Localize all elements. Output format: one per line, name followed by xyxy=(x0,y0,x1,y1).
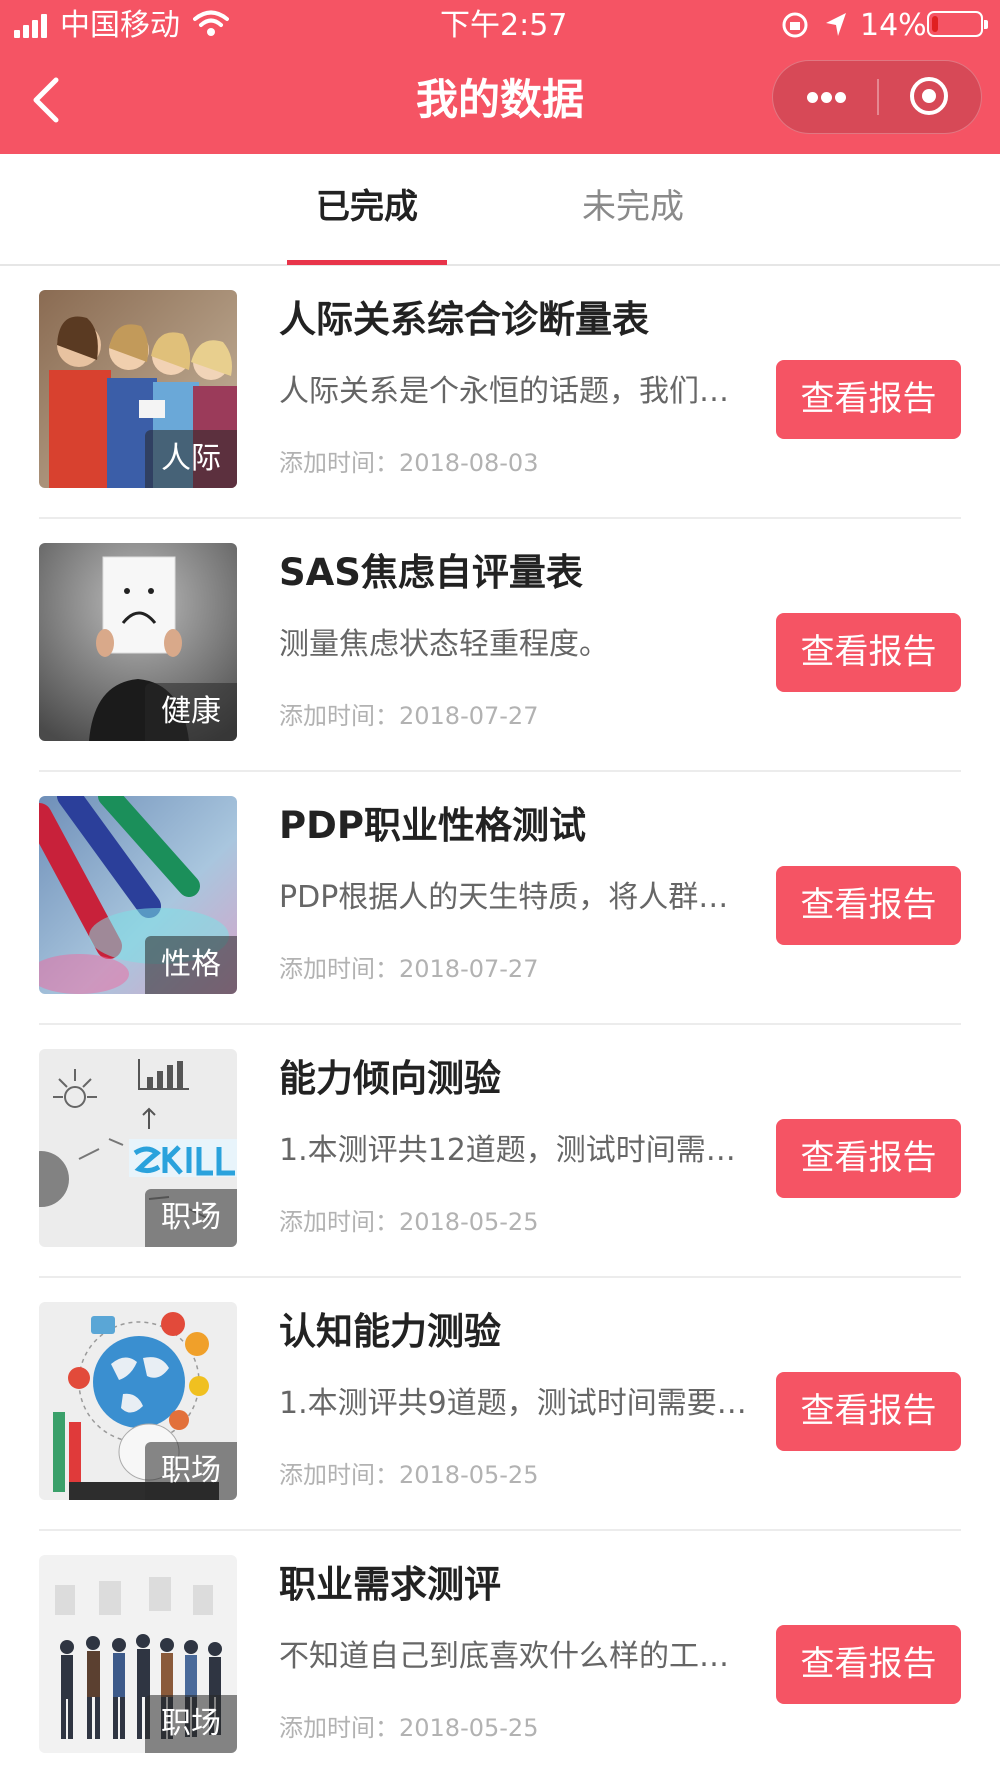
thumbnail-image: 人际 xyxy=(39,290,237,488)
item-title: 职业需求测评 xyxy=(279,1563,501,1606)
category-tag: 职场 xyxy=(145,1189,237,1247)
battery-icon xyxy=(927,11,988,37)
signal-icon xyxy=(14,14,50,38)
list-item[interactable]: 职场 能力倾向测验 1.本测评共12道题，测试时间需… 添加时间：2018-05… xyxy=(39,1025,961,1278)
thumbnail-image: 职场 xyxy=(39,1302,237,1500)
status-time: 下午2:57 xyxy=(440,8,568,43)
thumbnail-image: 职场 xyxy=(39,1049,237,1247)
location-icon xyxy=(826,13,846,36)
view-report-button[interactable]: 查看报告 xyxy=(776,1372,961,1451)
list-item[interactable]: 性格 PDP职业性格测试 PDP根据人的天生特质，将人群… 添加时间：2018-… xyxy=(39,772,961,1025)
more-button[interactable] xyxy=(773,61,877,133)
category-tag: 健康 xyxy=(145,683,237,741)
item-title: 人际关系综合诊断量表 xyxy=(279,298,649,341)
thumbnail-image: 健康 xyxy=(39,543,237,741)
wifi-icon xyxy=(193,10,229,36)
category-tag: 职场 xyxy=(145,1695,237,1753)
category-tag: 人际 xyxy=(145,430,237,488)
item-description: 1.本测评共9道题，测试时间需要… xyxy=(279,1386,747,1421)
category-tag: 性格 xyxy=(145,936,237,994)
battery-percent: 14% xyxy=(860,8,927,43)
orientation-lock-icon xyxy=(782,12,808,38)
tab-bar: 已完成 未完成 xyxy=(0,154,1000,266)
back-button[interactable] xyxy=(22,74,74,126)
mini-program-capsule xyxy=(772,60,982,134)
view-report-button[interactable]: 查看报告 xyxy=(776,1119,961,1198)
list-item[interactable]: 人际 人际关系综合诊断量表 人际关系是个永恒的话题，我们… 添加时间：2018-… xyxy=(39,266,961,519)
carrier-label: 中国移动 xyxy=(60,8,180,43)
view-report-button[interactable]: 查看报告 xyxy=(776,360,961,439)
page-title: 我的数据 xyxy=(415,75,584,124)
tab-uncompleted[interactable]: 未完成 xyxy=(553,184,713,230)
item-description: 1.本测评共12道题，测试时间需… xyxy=(279,1133,736,1168)
item-added-time: 添加时间：2018-05-25 xyxy=(279,1208,539,1236)
item-added-time: 添加时间：2018-05-25 xyxy=(279,1714,539,1742)
view-report-button[interactable]: 查看报告 xyxy=(776,866,961,945)
thumbnail-image: 性格 xyxy=(39,796,237,994)
item-added-time: 添加时间：2018-07-27 xyxy=(279,702,539,730)
item-description: PDP根据人的天生特质，将人群… xyxy=(279,880,729,915)
list-item[interactable]: 职场 认知能力测验 1.本测评共9道题，测试时间需要… 添加时间：2018-05… xyxy=(39,1278,961,1531)
item-title: 认知能力测验 xyxy=(279,1310,501,1353)
active-tab-indicator xyxy=(287,260,447,265)
category-tag: 职场 xyxy=(145,1442,237,1500)
item-added-time: 添加时间：2018-08-03 xyxy=(279,449,539,477)
item-description: 不知道自己到底喜欢什么样的工… xyxy=(279,1639,729,1674)
view-report-button[interactable]: 查看报告 xyxy=(776,613,961,692)
item-description: 测量焦虑状态轻重程度。 xyxy=(279,627,609,662)
item-description: 人际关系是个永恒的话题，我们… xyxy=(279,374,729,409)
thumbnail-image: 职场 xyxy=(39,1555,237,1753)
item-title: SAS焦虑自评量表 xyxy=(279,551,583,594)
item-title: PDP职业性格测试 xyxy=(279,804,586,847)
item-title: 能力倾向测验 xyxy=(279,1057,501,1100)
item-added-time: 添加时间：2018-05-25 xyxy=(279,1461,539,1489)
view-report-button[interactable]: 查看报告 xyxy=(776,1625,961,1704)
item-added-time: 添加时间：2018-07-27 xyxy=(279,955,539,983)
tab-completed[interactable]: 已完成 xyxy=(287,184,447,230)
list-item[interactable]: 健康 SAS焦虑自评量表 测量焦虑状态轻重程度。 添加时间：2018-07-27… xyxy=(39,519,961,772)
chevron-left-icon xyxy=(33,77,59,123)
app-header: 中国移动 下午2:57 14% 我的数据 xyxy=(0,0,1000,154)
close-mini-program-button[interactable] xyxy=(879,61,983,133)
list-item[interactable]: 职场 职业需求测评 不知道自己到底喜欢什么样的工… 添加时间：2018-05-2… xyxy=(39,1531,961,1778)
